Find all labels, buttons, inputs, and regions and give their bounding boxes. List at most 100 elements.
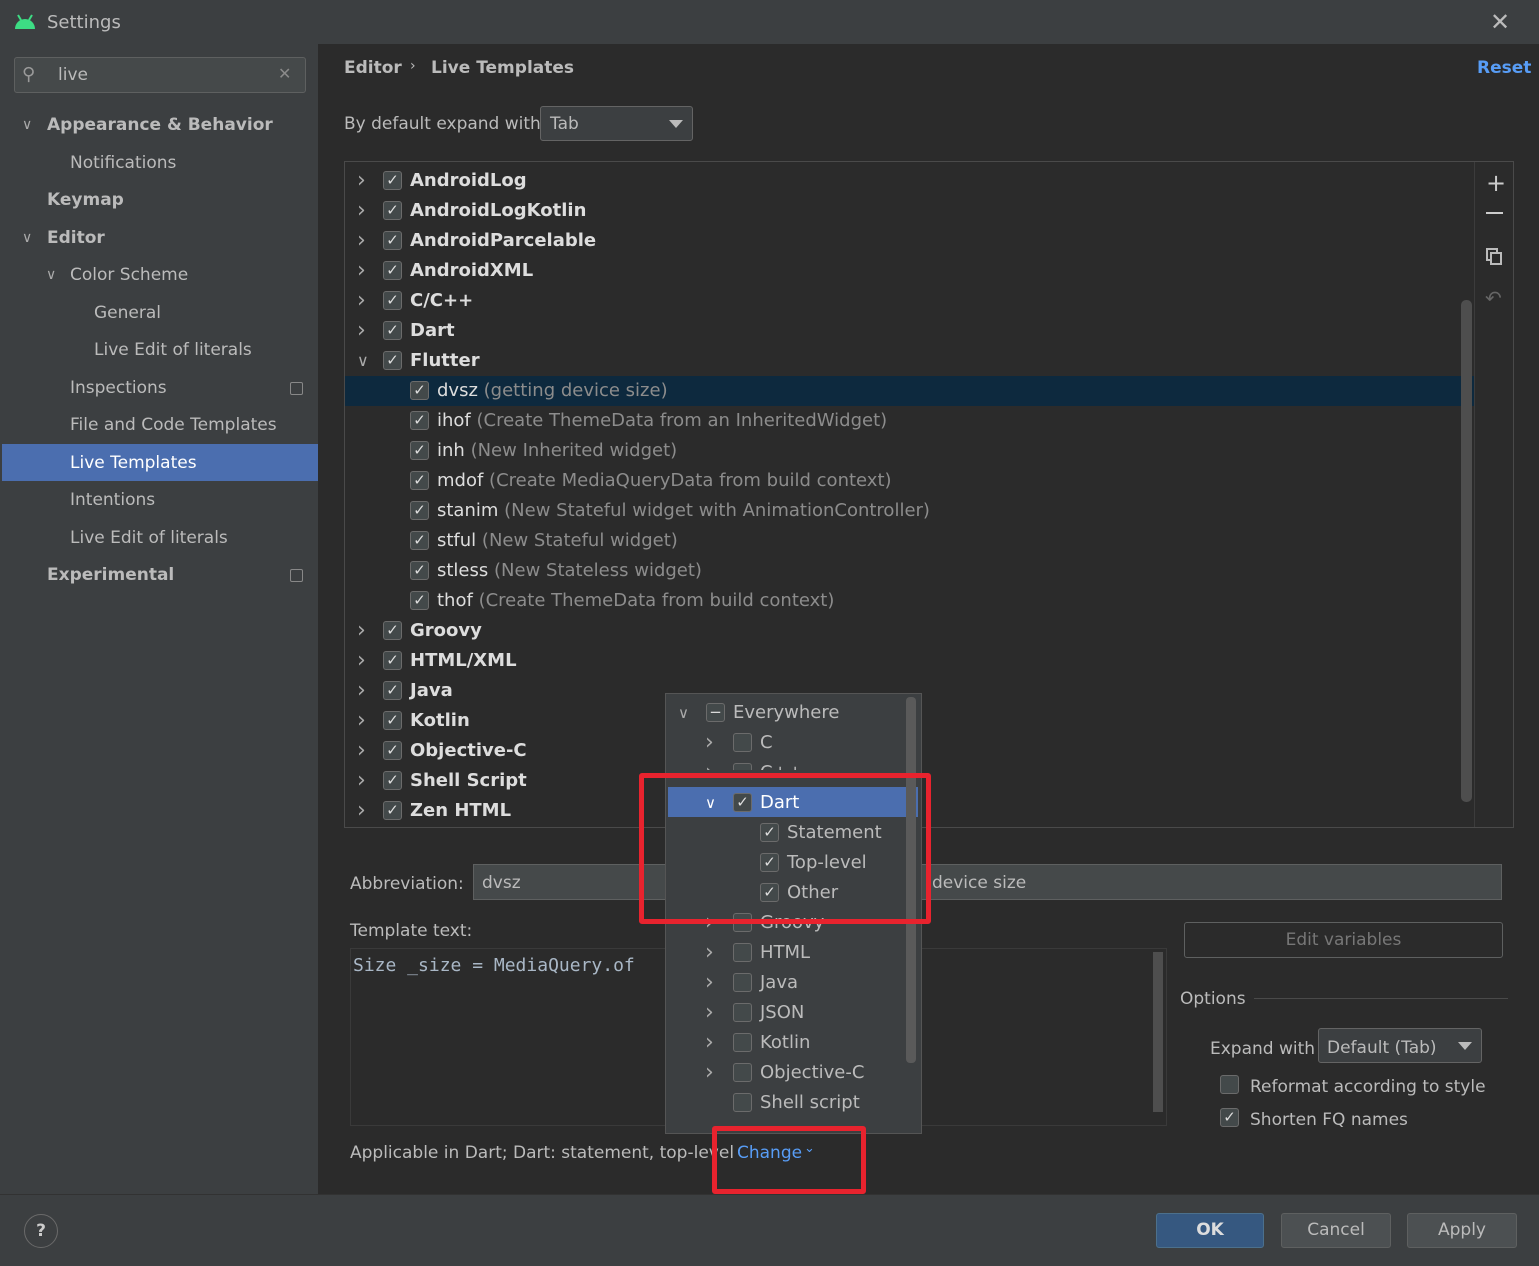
reset-link[interactable]: Reset	[1477, 58, 1531, 78]
group-checkbox[interactable]: ✓	[383, 291, 402, 310]
template-group-row[interactable]: › ✓ AndroidXML	[345, 256, 1445, 286]
template-checkbox[interactable]: ✓	[410, 411, 429, 430]
restore-icon[interactable]: ↶	[1485, 286, 1502, 310]
template-checkbox[interactable]: ✓	[410, 591, 429, 610]
reformat-checkbox[interactable]	[1220, 1075, 1239, 1094]
context-checkbox[interactable]	[733, 1063, 752, 1082]
context-row[interactable]: › JSON	[666, 998, 906, 1028]
chevron-right-icon[interactable]: ›	[705, 938, 714, 968]
group-checkbox[interactable]: ✓	[383, 711, 402, 730]
chevron-down-icon[interactable]: ∨	[22, 117, 32, 133]
sidebar-item[interactable]: Intentions	[70, 482, 155, 519]
context-checkbox[interactable]	[733, 1093, 752, 1112]
chevron-right-icon[interactable]: ›	[705, 998, 714, 1028]
cancel-button[interactable]: Cancel	[1281, 1213, 1391, 1248]
template-row[interactable]: ✓ thof (Create ThemeData from build conte…	[345, 586, 1445, 616]
chevron-right-icon[interactable]: ›	[357, 676, 366, 706]
template-checkbox[interactable]: ✓	[410, 531, 429, 550]
sidebar-item[interactable]: Inspections	[70, 370, 167, 407]
tree-scrollbar[interactable]	[1461, 300, 1472, 802]
chevron-right-icon[interactable]: ›	[357, 646, 366, 676]
context-checkbox[interactable]	[733, 973, 752, 992]
chevron-right-icon[interactable]: ›	[357, 166, 366, 196]
chevron-down-icon[interactable]: ∨	[678, 698, 689, 728]
chevron-right-icon[interactable]: ›	[705, 728, 714, 758]
sidebar-item[interactable]: Keymap	[47, 182, 124, 219]
template-editor-scrollbar[interactable]	[1153, 952, 1163, 1112]
chevron-right-icon[interactable]: ›	[357, 706, 366, 736]
context-checkbox[interactable]: −	[706, 703, 725, 722]
group-checkbox[interactable]: ✓	[383, 651, 402, 670]
chevron-right-icon[interactable]: ›	[705, 1058, 714, 1088]
group-checkbox[interactable]: ✓	[383, 261, 402, 280]
sidebar-item[interactable]: Experimental	[47, 557, 174, 594]
context-checkbox[interactable]	[733, 1003, 752, 1022]
template-group-row[interactable]: ∨ ✓ Flutter	[345, 346, 1445, 376]
sidebar-item[interactable]: Live Edit of literals	[94, 332, 252, 369]
sidebar-item[interactable]: Live Templates	[70, 445, 197, 482]
chevron-down-icon[interactable]: ∨	[46, 267, 56, 283]
chevron-right-icon[interactable]: ›	[357, 256, 366, 286]
chevron-down-icon[interactable]: ∨	[22, 230, 32, 246]
chevron-right-icon[interactable]: ›	[357, 196, 366, 226]
group-checkbox[interactable]: ✓	[383, 201, 402, 220]
chevron-down-icon[interactable]: ∨	[357, 346, 369, 376]
group-checkbox[interactable]: ✓	[383, 171, 402, 190]
help-button[interactable]: ?	[24, 1214, 58, 1248]
template-checkbox[interactable]: ✓	[410, 561, 429, 580]
template-group-row[interactable]: › ✓ AndroidLogKotlin	[345, 196, 1445, 226]
chevron-right-icon[interactable]: ›	[357, 616, 366, 646]
chevron-right-icon[interactable]: ›	[357, 766, 366, 796]
template-group-row[interactable]: › ✓ HTML/XML	[345, 646, 1445, 676]
sidebar-item[interactable]: General	[94, 295, 161, 332]
clear-search-icon[interactable]: ✕	[278, 64, 291, 83]
template-row[interactable]: ✓ stanim (New Stateful widget with Animat…	[345, 496, 1445, 526]
template-row[interactable]: ✓ dvsz (getting device size)	[345, 376, 1445, 406]
sidebar-item[interactable]: Appearance & Behavior	[47, 107, 273, 144]
context-row[interactable]: › C	[666, 728, 906, 758]
chevron-right-icon[interactable]: ›	[705, 1028, 714, 1058]
group-checkbox[interactable]: ✓	[383, 681, 402, 700]
template-row[interactable]: ✓ mdof (Create MediaQueryData from build …	[345, 466, 1445, 496]
template-group-row[interactable]: › ✓ C/C++	[345, 286, 1445, 316]
template-group-row[interactable]: › ✓ Dart	[345, 316, 1445, 346]
context-row[interactable]: › Objective-C	[666, 1058, 906, 1088]
chevron-right-icon[interactable]: ›	[357, 316, 366, 346]
edit-variables-button[interactable]: Edit variables	[1184, 922, 1503, 958]
group-checkbox[interactable]: ✓	[383, 231, 402, 250]
shorten-fq-names-checkbox[interactable]: ✓	[1220, 1108, 1239, 1127]
template-checkbox[interactable]: ✓	[410, 441, 429, 460]
chevron-right-icon[interactable]: ›	[357, 796, 366, 826]
breadcrumb-editor[interactable]: Editor	[344, 58, 402, 78]
ok-button[interactable]: OK	[1156, 1213, 1264, 1248]
group-checkbox[interactable]: ✓	[383, 321, 402, 340]
context-row[interactable]: › Java	[666, 968, 906, 998]
context-row[interactable]: Shell script	[666, 1088, 906, 1118]
sidebar-item[interactable]: File and Code Templates	[70, 407, 277, 444]
context-checkbox[interactable]	[733, 733, 752, 752]
context-checkbox[interactable]	[733, 1033, 752, 1052]
sidebar-item[interactable]: Live Edit of literals	[70, 520, 228, 557]
template-checkbox[interactable]: ✓	[410, 381, 429, 400]
context-row[interactable]: › Kotlin	[666, 1028, 906, 1058]
template-checkbox[interactable]: ✓	[410, 501, 429, 520]
template-row[interactable]: ✓ inh (New Inherited widget)	[345, 436, 1445, 466]
sidebar-item[interactable]: Editor	[47, 220, 105, 257]
group-checkbox[interactable]: ✓	[383, 621, 402, 640]
remove-icon[interactable]	[1486, 212, 1503, 214]
group-checkbox[interactable]: ✓	[383, 801, 402, 820]
template-group-row[interactable]: › ✓ AndroidParcelable	[345, 226, 1445, 256]
add-icon[interactable]: +	[1486, 169, 1506, 197]
chevron-right-icon[interactable]: ›	[357, 286, 366, 316]
group-checkbox[interactable]: ✓	[383, 351, 402, 370]
search-input[interactable]	[58, 63, 268, 87]
sidebar-item[interactable]: Notifications	[70, 145, 176, 182]
template-row[interactable]: ✓ stless (New Stateless widget)	[345, 556, 1445, 586]
close-icon[interactable]: ✕	[1490, 8, 1510, 36]
group-checkbox[interactable]: ✓	[383, 771, 402, 790]
template-checkbox[interactable]: ✓	[410, 471, 429, 490]
template-row[interactable]: ✓ stful (New Stateful widget)	[345, 526, 1445, 556]
template-row[interactable]: ✓ ihof (Create ThemeData from an Inherite…	[345, 406, 1445, 436]
apply-button[interactable]: Apply	[1407, 1213, 1517, 1248]
group-checkbox[interactable]: ✓	[383, 741, 402, 760]
